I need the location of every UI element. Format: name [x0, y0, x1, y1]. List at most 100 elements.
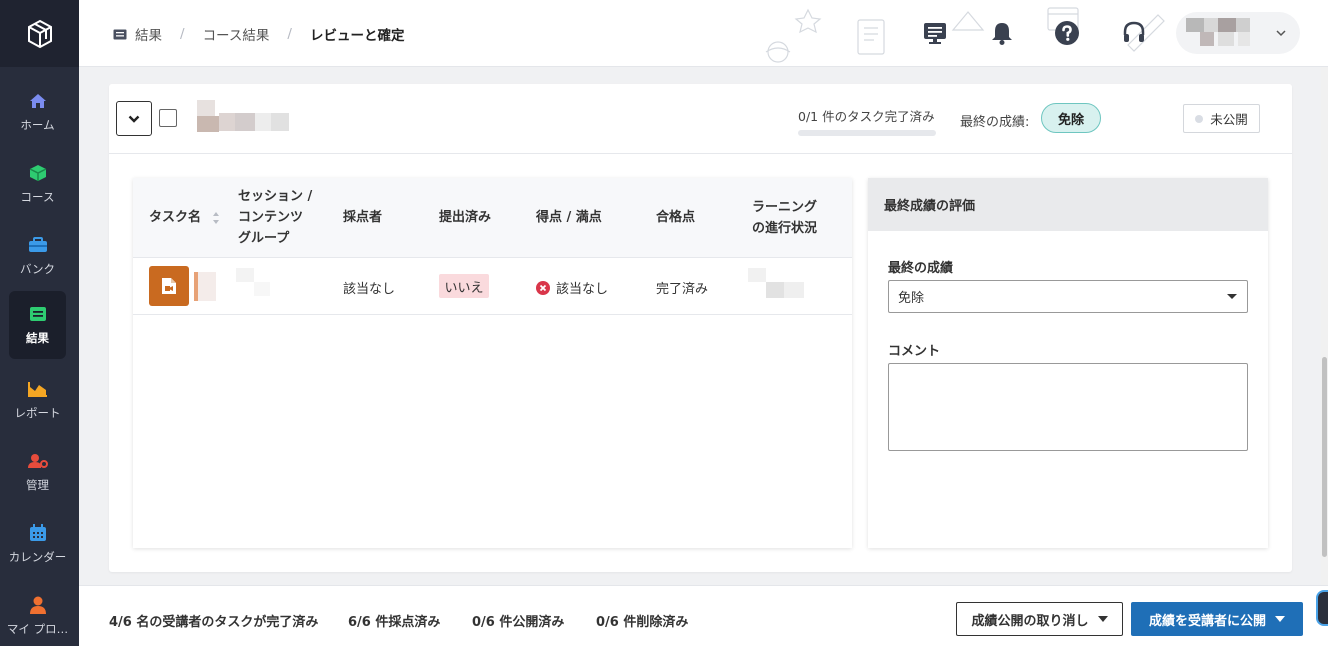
column-label: タスク名: [149, 210, 202, 225]
sidebar-item-label: バンク: [19, 262, 56, 276]
chevron-down-icon: [1276, 30, 1286, 37]
presentation-icon[interactable]: [922, 20, 948, 46]
user-menu[interactable]: [1176, 12, 1300, 54]
avatar-pixel: [1204, 18, 1218, 32]
breadcrumb-course-results[interactable]: コース結果: [203, 24, 270, 44]
task-progress: 0/1 件のタスク完了済み: [798, 106, 936, 136]
avatar-pixel: [1236, 18, 1250, 32]
learner-row-header: 0/1 件のタスク完了済み 最終の成績: 免除 未公開: [109, 84, 1292, 154]
help-icon[interactable]: [1054, 20, 1080, 46]
final-grade-select-value: 免除: [898, 291, 925, 306]
submitted-badge: いいえ: [439, 274, 489, 298]
task-progress-text: 0/1 件のタスク完了済み: [798, 109, 935, 124]
bell-icon[interactable]: [989, 20, 1015, 46]
sidebar-item-label: ホーム: [20, 118, 55, 132]
cube-icon: [28, 163, 48, 183]
score-cell: 該当なし: [536, 278, 608, 297]
grade-panel-title: 最終成績の評価: [868, 178, 1268, 231]
column-grader: 採点者: [343, 210, 383, 225]
logo-icon: [27, 19, 52, 48]
home-icon: [28, 91, 48, 111]
caret-down-icon: [1227, 294, 1237, 299]
stat-deleted: 0/6 件削除済み: [596, 615, 689, 630]
footer-bar: 4/6 名の受講者のタスクが完了済み 6/6 件採点済み 0/6 件公開済み 0…: [79, 585, 1328, 646]
results-icon: [28, 304, 48, 324]
avatar-pixel: [1238, 32, 1250, 46]
sidebar-item-results[interactable]: 結果: [9, 291, 66, 359]
sidebar-item-label: コース: [20, 190, 55, 204]
error-circle-icon: [536, 280, 550, 295]
video-file-icon: [149, 266, 189, 306]
column-session: セッション / コンテンツ グループ: [238, 189, 313, 246]
breadcrumb: 結果 / コース結果 / レビューと確定: [113, 24, 404, 44]
sidebar-item-label: 結果: [26, 331, 49, 345]
sidebar-item-label: マイ プロ…: [6, 622, 69, 636]
breadcrumb-separator: /: [287, 26, 292, 42]
final-grade-select[interactable]: 免除: [888, 280, 1248, 313]
comment-field-label: コメント: [888, 344, 941, 359]
floating-widget-button[interactable]: [1316, 590, 1328, 626]
avatar-pixel: [1200, 32, 1214, 46]
sidebar-item-admin[interactable]: 管理: [9, 438, 66, 506]
calendar-icon: [28, 523, 48, 543]
avatar-pixel: [1218, 32, 1234, 46]
sidebar-item-label: 管理: [26, 478, 49, 492]
sidebar-item-home[interactable]: ホーム: [9, 78, 66, 146]
sidebar-item-my-profile[interactable]: マイ プロ…: [6, 582, 69, 646]
learner-result-card: 0/1 件のタスク完了済み 最終の成績: 免除 未公開 タスク名 セッション /…: [109, 84, 1292, 572]
final-grade-badge: 免除: [1041, 103, 1101, 133]
passing-cell: 完了済み: [656, 282, 709, 297]
sidebar-item-calendar[interactable]: カレンダー: [9, 510, 66, 578]
score-text: 該当なし: [556, 282, 609, 297]
headset-icon[interactable]: [1121, 20, 1147, 46]
publish-status-badge: 未公開: [1183, 104, 1260, 133]
publish-status-text: 未公開: [1210, 112, 1248, 127]
task-progress-bar: [798, 130, 936, 136]
comment-textarea[interactable]: [888, 363, 1248, 451]
caret-down-icon: [1097, 616, 1108, 622]
avatar-pixel: [1218, 18, 1236, 32]
chart-area-icon: [27, 379, 48, 399]
publish-grades-button[interactable]: 成績を受講者に公開: [1131, 602, 1303, 636]
table-header: タスク名 セッション / コンテンツ グループ 採点者 提出済み 得点 / 満点…: [133, 178, 852, 258]
breadcrumb-separator: /: [180, 26, 185, 42]
stat-published: 0/6 件公開済み: [472, 615, 565, 630]
toolbox-icon: [28, 235, 48, 255]
grader-cell: 該当なし: [343, 282, 396, 297]
breadcrumb-review-confirm: レビューと確定: [309, 28, 405, 44]
task-table: タスク名 セッション / コンテンツ グループ 採点者 提出済み 得点 / 満点…: [133, 178, 852, 548]
publish-grades-label: 成績を受講者に公開: [1148, 613, 1266, 629]
app-logo[interactable]: [0, 0, 79, 67]
sidebar-item-bank[interactable]: バンク: [9, 222, 66, 290]
column-passing: 合格点: [656, 210, 696, 225]
column-score: 得点 / 満点: [536, 210, 602, 225]
sidebar-item-courses[interactable]: コース: [9, 150, 66, 218]
page-scrollbar[interactable]: [1321, 67, 1328, 585]
table-row[interactable]: 該当なし いいえ 該当なし 完了済み: [133, 258, 852, 315]
stat-graded: 6/6 件採点済み: [348, 615, 441, 630]
column-learning-progress: ラーニング の進行状況: [752, 200, 818, 236]
column-submitted: 提出済み: [439, 210, 492, 225]
avatar-pixel: [1186, 18, 1204, 32]
stat-tasks-completed: 4/6 名の受講者のタスクが完了済み: [109, 615, 319, 630]
final-grade-field-label: 最終の成績: [888, 261, 954, 276]
user-gear-icon: [27, 451, 48, 471]
chevron-down-icon: [128, 115, 140, 123]
sidebar-item-reports[interactable]: レポート: [9, 366, 66, 434]
top-header: 結果 / コース結果 / レビューと確定: [79, 0, 1328, 67]
learner-select-checkbox[interactable]: [159, 109, 177, 127]
sidebar: ホーム コース バンク 結果 レポート 管理 カレンダー マイ プロ…: [0, 0, 79, 646]
final-grade-panel: 最終成績の評価 最終の成績 免除 コメント: [868, 178, 1268, 548]
caret-down-icon: [1275, 616, 1285, 622]
sidebar-item-label: レポート: [14, 406, 61, 420]
results-icon: [113, 29, 127, 40]
column-task-name[interactable]: タスク名: [149, 207, 220, 228]
sort-icon: [212, 211, 219, 224]
expand-toggle-button[interactable]: [116, 101, 152, 136]
cancel-publish-button[interactable]: 成績公開の取り消し: [956, 602, 1123, 636]
status-dot-icon: [1195, 114, 1204, 123]
scrollbar-thumb[interactable]: [1322, 357, 1327, 557]
breadcrumb-results[interactable]: 結果: [135, 24, 162, 44]
person-icon: [28, 595, 48, 615]
sidebar-item-label: カレンダー: [8, 550, 67, 564]
